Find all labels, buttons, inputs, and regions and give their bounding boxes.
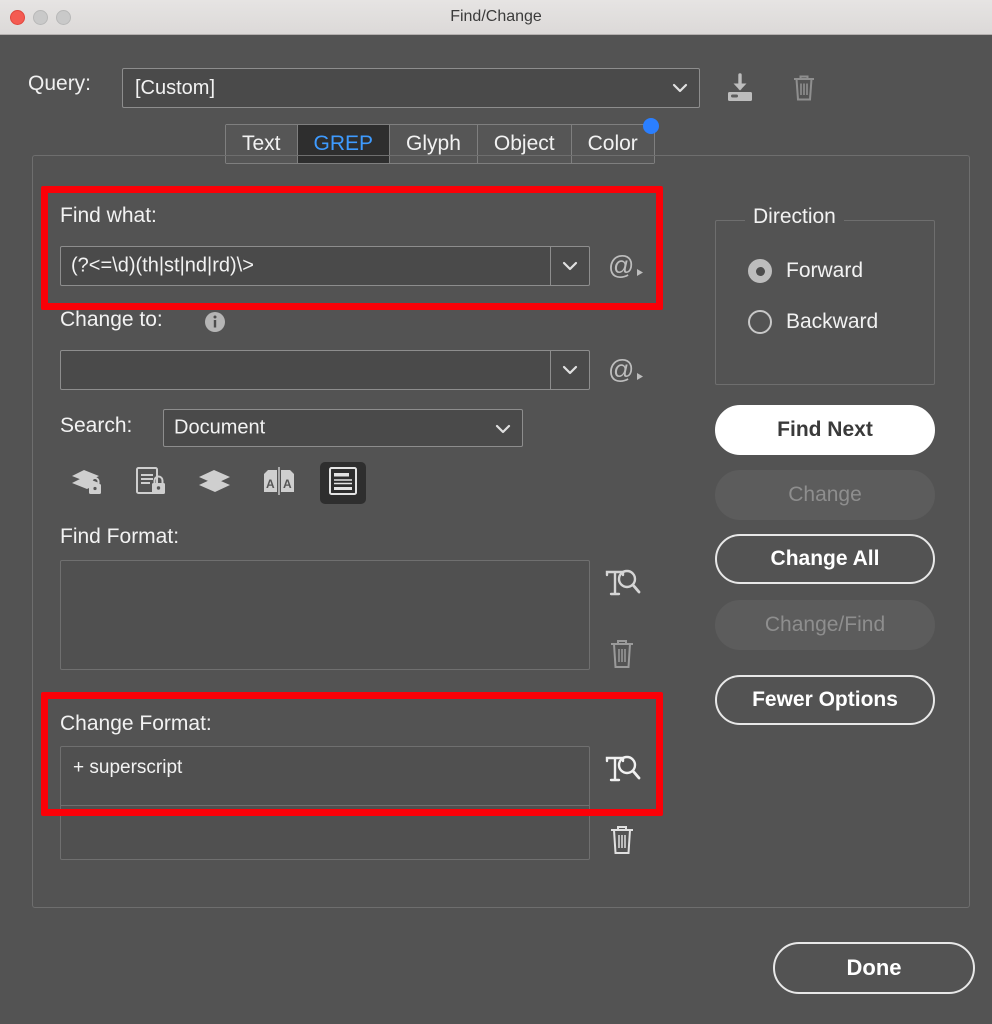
delete-query-icon[interactable] xyxy=(782,68,826,108)
tab-object-label: Object xyxy=(493,132,555,155)
include-locked-layers-toggle[interactable] xyxy=(64,462,110,504)
change-format-separator xyxy=(61,805,589,806)
chevron-down-icon xyxy=(484,410,522,448)
find-special-characters-icon[interactable]: @ xyxy=(608,250,648,282)
query-select[interactable]: [Custom] xyxy=(122,68,700,108)
query-label: Query: xyxy=(28,72,92,95)
change-to-input[interactable] xyxy=(60,350,590,390)
find-format-clear-icon[interactable] xyxy=(606,636,640,674)
search-scope-toggles: A A xyxy=(64,462,366,504)
query-value: [Custom] xyxy=(135,77,216,99)
tab-glyph-label: Glyph xyxy=(406,132,461,155)
done-label: Done xyxy=(846,955,902,980)
svg-text:@: @ xyxy=(608,250,634,280)
color-tab-badge-icon xyxy=(642,118,659,134)
find-what-value: (?<=\d)(th|st|nd|rd)\> xyxy=(71,254,254,277)
find-change-dialog: Find/Change Query: [Custom] Text GREP Gl… xyxy=(0,0,992,1024)
change-format-label: Change Format: xyxy=(60,712,212,735)
direction-forward-label: Forward xyxy=(786,259,864,282)
change-format-specify-attributes-icon[interactable] xyxy=(604,752,642,790)
fewer-options-button[interactable]: Fewer Options xyxy=(715,675,935,725)
find-format-label: Find Format: xyxy=(60,525,180,548)
radio-checked-icon xyxy=(748,259,772,283)
direction-forward-radio[interactable]: Forward xyxy=(748,259,863,283)
change-format-box[interactable]: + superscript xyxy=(60,746,590,860)
direction-title: Direction xyxy=(745,205,844,229)
change-format-value: + superscript xyxy=(73,757,183,778)
window-title: Find/Change xyxy=(450,8,542,25)
info-icon[interactable] xyxy=(204,311,226,333)
change-all-button[interactable]: Change All xyxy=(715,534,935,584)
search-scope-select[interactable]: Document xyxy=(163,409,523,447)
find-next-label: Find Next xyxy=(777,418,873,441)
save-query-icon[interactable] xyxy=(718,68,762,108)
change-label: Change xyxy=(788,483,862,506)
done-button[interactable]: Done xyxy=(773,942,975,994)
locked-story-icon xyxy=(133,465,169,502)
change-to-label: Change to: xyxy=(60,308,163,331)
tab-text-label: Text xyxy=(242,132,281,155)
chevron-down-icon[interactable] xyxy=(551,247,589,285)
find-next-button[interactable]: Find Next xyxy=(715,405,935,455)
radio-unchecked-icon xyxy=(748,310,772,334)
direction-backward-radio[interactable]: Backward xyxy=(748,310,878,334)
tab-grep-label: GREP xyxy=(313,132,374,155)
master-pages-icon: A A xyxy=(261,465,297,502)
fewer-options-label: Fewer Options xyxy=(752,688,898,711)
include-locked-stories-toggle[interactable] xyxy=(128,462,174,504)
find-format-box[interactable] xyxy=(60,560,590,670)
include-footnotes-toggle[interactable] xyxy=(320,462,366,504)
window-titlebar: Find/Change xyxy=(0,0,992,35)
change-special-characters-icon[interactable]: @ xyxy=(608,354,648,386)
chevron-down-icon[interactable] xyxy=(551,351,589,389)
svg-text:A: A xyxy=(283,477,292,491)
include-master-pages-toggle[interactable]: A A xyxy=(256,462,302,504)
locked-layers-icon xyxy=(69,465,105,502)
svg-text:@: @ xyxy=(608,354,634,384)
hidden-layers-icon xyxy=(197,465,233,502)
find-what-input[interactable]: (?<=\d)(th|st|nd|rd)\> xyxy=(60,246,590,286)
search-scope-value: Document xyxy=(174,416,266,439)
change-find-button: Change/Find xyxy=(715,600,935,650)
change-find-label: Change/Find xyxy=(764,613,886,636)
change-button: Change xyxy=(715,470,935,520)
svg-text:A: A xyxy=(266,477,275,491)
direction-backward-label: Backward xyxy=(786,310,879,333)
include-hidden-layers-toggle[interactable] xyxy=(192,462,238,504)
direction-group xyxy=(715,220,935,385)
query-row: Query: [Custom] xyxy=(0,68,992,108)
change-format-clear-icon[interactable] xyxy=(606,822,640,860)
search-scope-label: Search: xyxy=(60,414,133,437)
change-all-label: Change All xyxy=(770,547,880,570)
find-what-label: Find what: xyxy=(60,204,157,227)
chevron-down-icon xyxy=(661,69,699,107)
find-format-specify-attributes-icon[interactable] xyxy=(604,566,642,604)
tab-color-label: Color xyxy=(587,132,638,155)
footnotes-icon xyxy=(327,465,359,502)
